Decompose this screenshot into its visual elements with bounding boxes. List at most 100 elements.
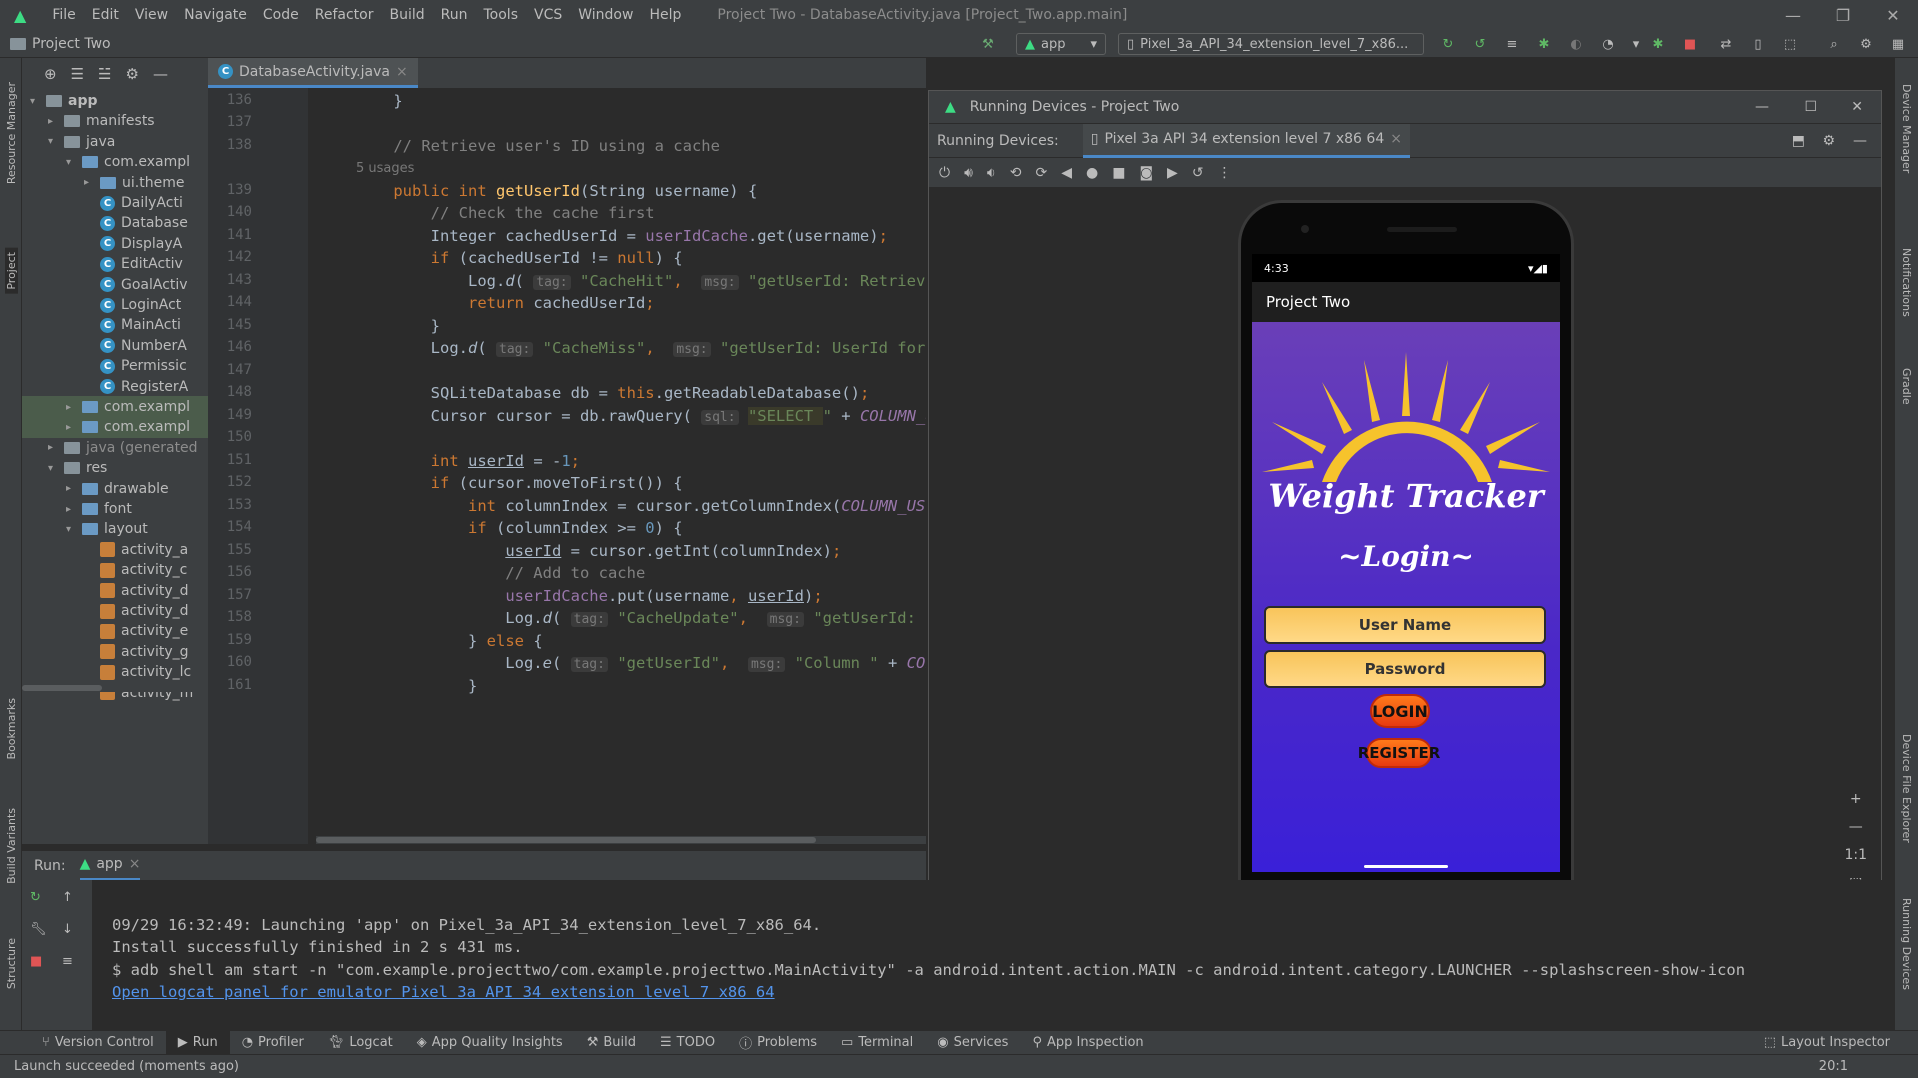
chevron-down-icon[interactable]: ▾: [66, 524, 76, 535]
code-line[interactable]: }: [356, 317, 440, 335]
record-icon[interactable]: ▶: [1167, 165, 1178, 181]
collapse-all-icon[interactable]: ☱: [98, 65, 111, 83]
tool-device-manager[interactable]: Device Manager: [1900, 84, 1913, 173]
tool-project[interactable]: Project: [5, 248, 18, 294]
close-tab-icon[interactable]: ×: [1390, 131, 1402, 147]
search-icon[interactable]: ⌕: [1826, 36, 1842, 52]
tool-notifications[interactable]: Notifications: [1900, 248, 1913, 317]
code-line[interactable]: }: [356, 677, 477, 695]
tab-database-activity[interactable]: C DatabaseActivity.java ×: [208, 58, 418, 88]
tree-item[interactable]: ▸ com.exampl: [22, 396, 208, 418]
editor-horizontal-scrollbar[interactable]: [316, 836, 926, 844]
code-line[interactable]: userIdCache.put(username, userId);: [356, 587, 822, 605]
hide-icon[interactable]: —: [153, 65, 168, 83]
code-line[interactable]: } else {: [356, 632, 543, 650]
device-manager-icon[interactable]: ▯: [1750, 36, 1766, 52]
code-line[interactable]: if (cachedUserId != null) {: [356, 249, 683, 267]
sdk-manager-icon[interactable]: ⬚: [1782, 36, 1798, 52]
wrench-icon[interactable]: 🔧︎: [30, 922, 47, 937]
logcat-link[interactable]: Open logcat panel for emulator Pixel 3a …: [112, 983, 775, 1001]
tree-item[interactable]: ▸ manifests: [48, 110, 155, 132]
menu-tools[interactable]: Tools: [476, 7, 527, 23]
tree-item[interactable]: ▾ res: [48, 457, 107, 479]
sync-gradle-icon[interactable]: ⇄: [1718, 36, 1734, 52]
tree-item[interactable]: C EditActiv: [84, 253, 183, 275]
restore-icon[interactable]: ❐: [1818, 0, 1868, 30]
menu-edit[interactable]: Edit: [84, 7, 127, 23]
overview-icon[interactable]: ■: [1112, 165, 1125, 181]
tree-item[interactable]: activity_d: [84, 580, 189, 602]
tree-item[interactable]: ▸ font: [66, 498, 132, 520]
tool-version-control[interactable]: ⑂ Version Control: [30, 1035, 166, 1050]
apply-changes-icon[interactable]: ↺: [1472, 36, 1488, 52]
usages-hint[interactable]: 5 usages: [356, 161, 414, 176]
code-line[interactable]: Integer cachedUserId = userIdCache.get(u…: [356, 227, 888, 245]
tree-item[interactable]: ▾ com.exampl: [66, 151, 190, 173]
expand-all-icon[interactable]: ☰: [71, 65, 84, 83]
zoom-in-icon[interactable]: +: [1850, 791, 1862, 807]
tree-item[interactable]: activity_d: [84, 600, 189, 622]
minimize-icon[interactable]: —: [1755, 99, 1769, 115]
code-line[interactable]: userId = cursor.getInt(columnIndex);: [356, 542, 841, 560]
gesture-nav-pill[interactable]: [1364, 865, 1448, 868]
code-line[interactable]: }: [356, 92, 402, 110]
chevron-right-icon[interactable]: ▸: [48, 116, 58, 127]
menu-help[interactable]: Help: [641, 7, 689, 23]
tree-item[interactable]: ▾ java: [48, 131, 115, 153]
attach-debugger-icon[interactable]: ◐: [1568, 36, 1584, 52]
tree-item[interactable]: C Permissic: [84, 355, 187, 377]
tool-problems[interactable]: ⓘ Problems: [727, 1033, 829, 1052]
camera-icon[interactable]: ◙: [1139, 165, 1153, 181]
tree-item[interactable]: ▾ app: [30, 90, 98, 112]
stop-icon[interactable]: ■: [30, 954, 42, 969]
run-configuration-dropdown[interactable]: ▲ app ▾: [1016, 33, 1106, 55]
caret-position[interactable]: 20:1: [1819, 1059, 1848, 1074]
minimize-icon[interactable]: —: [1768, 0, 1818, 30]
close-tab-icon[interactable]: ×: [129, 856, 141, 872]
tool-logcat[interactable]: 🐈︎ Logcat: [316, 1035, 405, 1050]
tool-run[interactable]: ▶ Run: [165, 1030, 230, 1055]
build-hammer-icon[interactable]: ⚒: [980, 36, 996, 52]
code-line[interactable]: int userId = -1;: [356, 452, 580, 470]
chevron-right-icon[interactable]: ▸: [66, 422, 76, 433]
tree-item[interactable]: C MainActi: [84, 314, 181, 336]
back-icon[interactable]: ◀: [1061, 165, 1072, 181]
menu-vcs[interactable]: VCS: [526, 7, 570, 23]
tool-build[interactable]: ⚒ Build: [575, 1035, 648, 1050]
tree-item[interactable]: activity_a: [84, 539, 188, 561]
chevron-right-icon[interactable]: ▸: [66, 483, 76, 494]
tool-device-file-explorer[interactable]: Device File Explorer: [1900, 734, 1913, 843]
code-line[interactable]: Log.d( tag: "CacheUpdate", msg: "getUser…: [356, 609, 926, 627]
tree-item[interactable]: C GoalActiv: [84, 274, 188, 296]
target-icon[interactable]: ⊕: [44, 65, 57, 83]
gear-icon[interactable]: ⚙: [1822, 133, 1835, 149]
code-line[interactable]: // Retrieve user's ID using a cache: [356, 137, 720, 155]
soft-wrap-icon[interactable]: ≡: [62, 954, 73, 969]
code-line[interactable]: Log.d( tag: "CacheHit", msg: "getUserId:…: [356, 272, 926, 290]
power-icon[interactable]: ⏻: [939, 165, 950, 181]
code-line[interactable]: // Add to cache: [356, 564, 645, 582]
breadcrumb-project[interactable]: Project Two: [32, 36, 111, 52]
run-tab[interactable]: ▲ app ×: [79, 851, 141, 881]
tool-gradle[interactable]: Gradle: [1900, 368, 1913, 405]
chevron-right-icon[interactable]: ▸: [48, 442, 58, 453]
tree-item[interactable]: activity_e: [84, 620, 188, 642]
tool-app-quality-insights[interactable]: ◈ App Quality Insights: [405, 1035, 575, 1050]
volume-down-icon[interactable]: 🔉︎: [987, 165, 996, 181]
tree-item[interactable]: ▸ ui.theme: [84, 172, 184, 194]
tree-item[interactable]: C DailyActi: [84, 192, 183, 214]
chevron-right-icon[interactable]: ▸: [66, 504, 76, 515]
tool-running-devices[interactable]: Running Devices: [1900, 898, 1913, 990]
tree-item[interactable]: ▸ com.exampl: [22, 416, 208, 439]
tool-layout-inspector[interactable]: ⬚ Layout Inspector: [1752, 1035, 1902, 1050]
chevron-down-icon[interactable]: ▾: [1628, 36, 1644, 52]
zoom-1-to-1[interactable]: 1:1: [1844, 847, 1867, 863]
run-list-icon[interactable]: ≡: [1504, 36, 1520, 52]
tool-services[interactable]: ◉ Services: [925, 1035, 1020, 1050]
hide-icon[interactable]: —: [1853, 133, 1867, 149]
tree-item[interactable]: ▸ drawable: [66, 478, 169, 500]
register-button[interactable]: REGISTER: [1358, 738, 1440, 768]
code-line[interactable]: Cursor cursor = db.rawQuery( sql: "SELEC…: [356, 407, 926, 425]
zoom-out-icon[interactable]: —: [1849, 819, 1863, 835]
username-field[interactable]: User Name: [1264, 606, 1546, 644]
